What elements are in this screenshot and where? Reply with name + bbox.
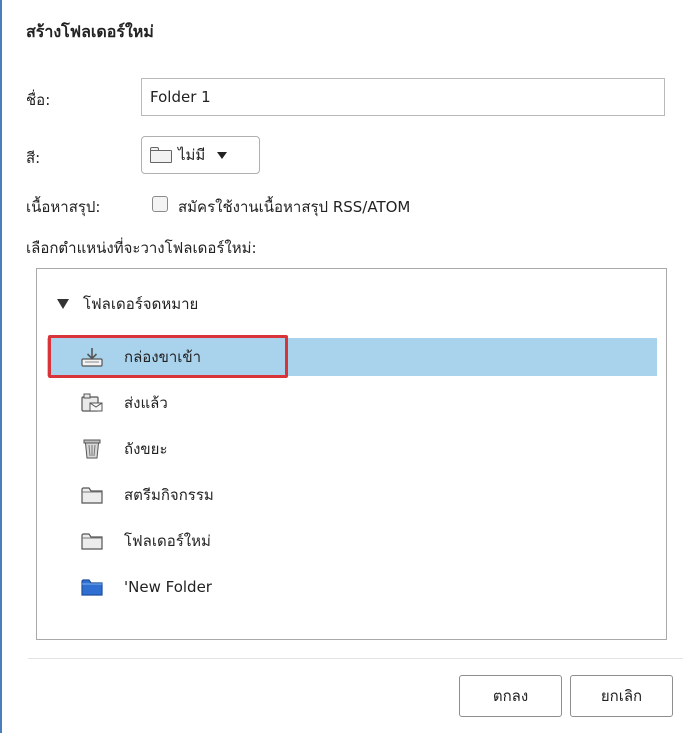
dropdown-arrow-icon — [217, 151, 228, 159]
tree-root-label: โฟลเดอร์จดหมาย — [83, 295, 199, 313]
rss-checkbox[interactable] — [152, 196, 168, 212]
expand-arrow-icon[interactable] — [57, 299, 69, 309]
trash-icon — [83, 439, 101, 459]
tree-item-activity-stream[interactable]: สตรีมกิจกรรม — [47, 476, 657, 514]
tree-item-label: โฟลเดอร์ใหม่ — [124, 532, 211, 550]
folder-color-icon — [150, 147, 172, 163]
tree-root-mail-folders[interactable]: โฟลเดอร์จดหมาย — [57, 292, 198, 316]
tree-item-label: 'New Folder — [124, 578, 212, 596]
tree-item-new-folder[interactable]: 'New Folder — [47, 568, 657, 606]
rss-label: เนื้อหาสรุป: — [26, 198, 101, 216]
folder-icon — [81, 533, 103, 550]
tree-item-inbox[interactable]: กล่องขาเข้า — [47, 338, 657, 376]
footer-divider — [28, 658, 683, 659]
tree-item-sent[interactable]: ส่งแล้ว — [47, 384, 657, 422]
rss-option-label[interactable]: สมัครใช้งานเนื้อหาสรุป RSS/ATOM — [178, 195, 410, 219]
folder-tree[interactable]: โฟลเดอร์จดหมาย กล่องขาเข้า ส่งแล้ว ถังขย… — [36, 268, 667, 640]
ok-button[interactable]: ตกลง — [459, 675, 562, 717]
color-select[interactable]: ไม่มี — [141, 136, 260, 174]
create-folder-dialog: สร้างโฟลเดอร์ใหม่ ชื่อ: สี: ไม่มี เนื้อห… — [0, 0, 683, 733]
folder-icon — [81, 487, 103, 504]
color-label: สี: — [26, 149, 41, 167]
sent-icon — [81, 393, 103, 412]
tree-item-new-folder-th[interactable]: โฟลเดอร์ใหม่ — [47, 522, 657, 560]
name-label: ชื่อ: — [26, 91, 51, 109]
cancel-button[interactable]: ยกเลิก — [570, 675, 673, 717]
blue-folder-icon — [81, 579, 103, 596]
folder-name-input[interactable] — [141, 78, 665, 116]
tree-item-trash[interactable]: ถังขยะ — [47, 430, 657, 468]
tree-item-label: ถังขยะ — [124, 440, 168, 458]
tree-item-label: ส่งแล้ว — [124, 394, 168, 412]
dialog-title: สร้างโฟลเดอร์ใหม่ — [26, 22, 154, 41]
color-select-value: ไม่มี — [178, 146, 206, 164]
inbox-icon — [81, 348, 103, 367]
tree-item-label: กล่องขาเข้า — [124, 348, 202, 366]
tree-item-label: สตรีมกิจกรรม — [124, 486, 214, 504]
location-label: เลือกตำแหน่งที่จะวางโฟลเดอร์ใหม่: — [26, 239, 257, 257]
